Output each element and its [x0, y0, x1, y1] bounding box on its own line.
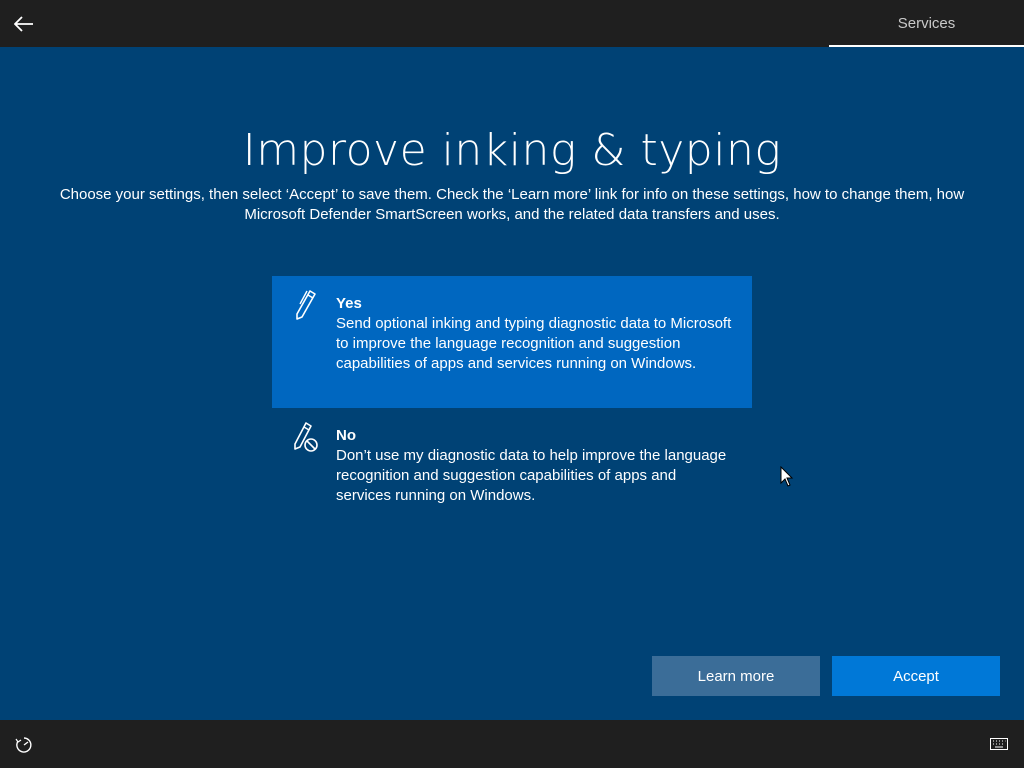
back-button[interactable] — [8, 8, 40, 40]
option-yes-text: Send optional inking and typing diagnost… — [336, 315, 732, 372]
arrow-left-icon — [14, 16, 33, 32]
bottom-bar — [0, 720, 1024, 768]
pen-blocked-icon — [294, 422, 318, 452]
top-bar: Services — [0, 0, 1024, 47]
mouse-cursor-icon — [780, 466, 794, 487]
option-no-text: Don’t use my diagnostic data to help imp… — [336, 447, 727, 504]
option-yes-title: Yes — [336, 295, 362, 312]
on-screen-keyboard-button[interactable] — [988, 734, 1010, 754]
accept-button[interactable]: Accept — [832, 656, 1000, 696]
learn-more-label: Learn more — [697, 667, 775, 685]
accept-label: Accept — [893, 667, 939, 685]
keyboard-icon — [990, 738, 1008, 750]
page-description: Choose your settings, then select ‘Accep… — [59, 186, 965, 223]
page-title: Improve inking & typing — [242, 125, 782, 176]
learn-more-button[interactable]: Learn more — [652, 656, 820, 696]
option-yes[interactable]: Yes Send optional inking and typing diag… — [272, 276, 752, 408]
main-content: Improve inking & typing Choose your sett… — [0, 47, 1024, 720]
ease-of-access-button[interactable] — [12, 733, 36, 757]
tab-services[interactable]: Services — [829, 0, 1024, 47]
option-no[interactable]: No Don’t use my diagnostic data to help … — [272, 408, 752, 524]
option-no-title: No — [336, 427, 356, 444]
tab-services-label: Services — [897, 15, 956, 32]
ease-of-access-icon — [15, 737, 32, 753]
pen-icon — [296, 290, 316, 320]
